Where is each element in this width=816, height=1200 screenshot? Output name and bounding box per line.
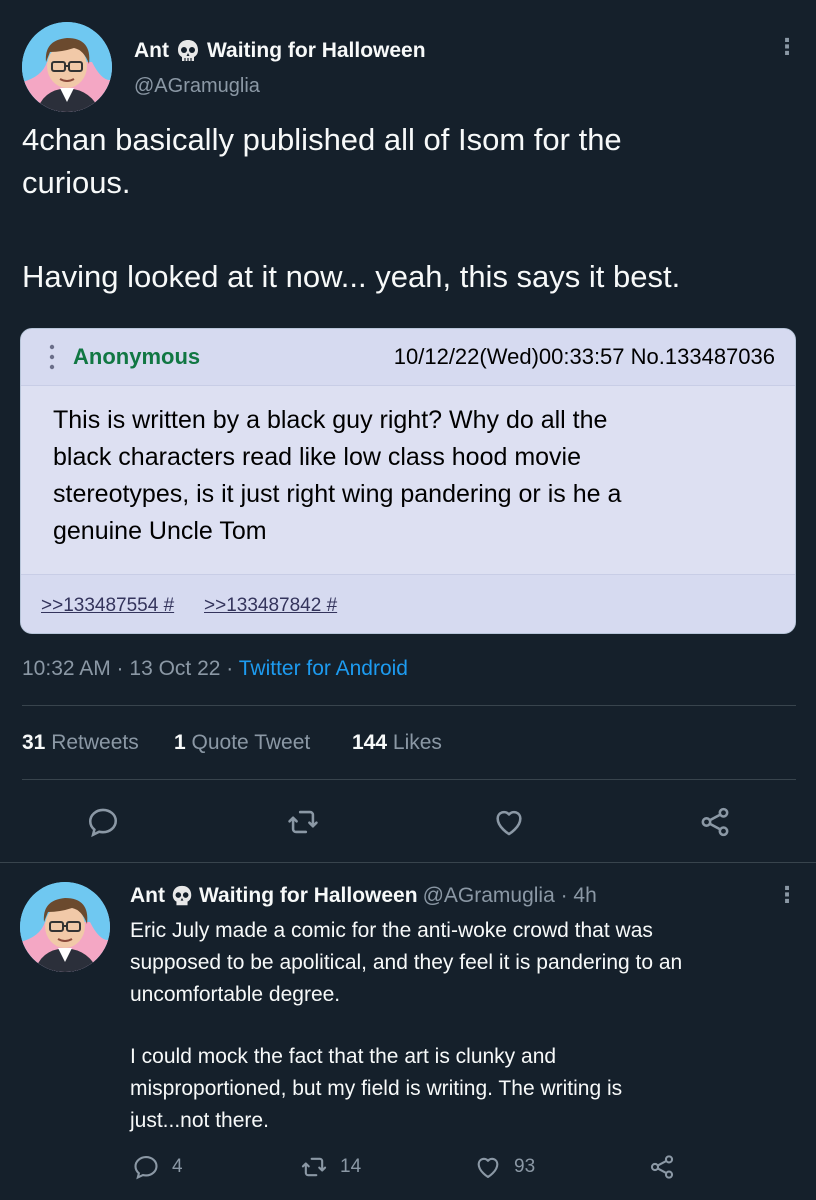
retweet-icon: [301, 1157, 327, 1177]
likes-count: 144: [352, 731, 388, 754]
reply-like-button[interactable]: 93: [474, 1153, 535, 1181]
comment-line: genuine Uncle Tom: [53, 517, 267, 545]
reply-display-name[interactable]: Ant: [130, 884, 165, 908]
reply-text-line: uncomfortable degree.: [130, 983, 341, 1006]
timestamp-text: 10:32 AM · 13 Oct 22 ·: [22, 657, 239, 680]
reply-text-line: supposed to be apolitical, and they feel…: [130, 951, 683, 974]
reply-text-line: misproportioned, but my field is writing…: [130, 1077, 623, 1100]
retweet-button[interactable]: [286, 805, 320, 839]
skull-icon: [170, 884, 194, 908]
retweets-label: Retweets: [51, 731, 139, 754]
quote-tweets-stat[interactable]: 1 Quote Tweet: [174, 731, 310, 755]
retweet-icon: [288, 810, 318, 834]
retweet-count: 14: [340, 1156, 362, 1177]
retweets-stat[interactable]: 31 Retweets: [22, 731, 139, 755]
like-button[interactable]: [492, 805, 526, 839]
more-icon[interactable]: ⋮: [776, 36, 798, 58]
divider: [22, 705, 796, 706]
reply-share-button[interactable]: [648, 1153, 676, 1181]
reply-retweet-button[interactable]: 14: [300, 1153, 361, 1181]
post-menu-icon: [49, 343, 55, 371]
skull-icon: [175, 38, 201, 64]
avatar-illustration: [22, 22, 112, 112]
backlink: >>133487554 #: [41, 595, 175, 616]
attached-image-4chan-post[interactable]: Anonymous 10/12/22(Wed)00:33:57 No.13348…: [20, 328, 796, 634]
reply-text-line: Eric July made a comic for the anti-woke…: [130, 919, 653, 942]
post-datetime: 10/12/22(Wed)00:33:57 No.133487036: [393, 344, 775, 369]
reply-count: 4: [172, 1156, 183, 1177]
reply-icon: [88, 808, 118, 838]
reply-avatar[interactable]: [20, 882, 110, 972]
comment-line: This is written by a black guy right? Wh…: [53, 406, 608, 434]
poster-name: Anonymous: [73, 344, 201, 369]
tweet-text-line: Having looked at it now... yeah, this sa…: [22, 259, 681, 294]
quotes-count: 1: [174, 731, 186, 754]
comment-line: black characters read like low class hoo…: [53, 443, 582, 471]
reply-handle-time[interactable]: @AGramuglia · 4h: [423, 884, 597, 908]
quotes-label: Quote Tweet: [191, 731, 311, 754]
avatar-illustration: [20, 882, 110, 972]
divider: [0, 862, 816, 863]
likes-stat[interactable]: 144 Likes: [352, 731, 442, 755]
reply-reply-button[interactable]: 4: [132, 1153, 183, 1181]
comment-line: stereotypes, is it just right wing pande…: [53, 480, 622, 508]
share-button[interactable]: [698, 805, 732, 839]
reply-display-name-suffix: Waiting for Halloween: [199, 884, 418, 907]
like-count: 93: [514, 1156, 536, 1177]
post-header: Anonymous 10/12/22(Wed)00:33:57 No.13348…: [21, 329, 795, 385]
handle[interactable]: @AGramuglia: [134, 75, 260, 98]
like-icon: [496, 810, 522, 836]
display-name[interactable]: Ant: [134, 39, 169, 63]
likes-label: Likes: [392, 731, 442, 754]
divider: [22, 779, 796, 780]
tweet-timestamp: 10:32 AM · 13 Oct 22 · Twitter for Andro…: [22, 657, 408, 681]
retweets-count: 31: [22, 731, 46, 754]
like-icon: [477, 1157, 499, 1178]
source-link[interactable]: Twitter for Android: [239, 657, 408, 680]
reply-icon: [134, 1156, 158, 1180]
avatar[interactable]: [22, 22, 112, 112]
reply-button[interactable]: [86, 805, 120, 839]
share-icon: [701, 807, 729, 837]
more-icon[interactable]: ⋮: [776, 884, 798, 906]
reply-text-line: just...not there.: [130, 1109, 269, 1132]
reply-text-line: I could mock the fact that the art is cl…: [130, 1045, 557, 1068]
share-icon: [650, 1155, 674, 1179]
post-backlinks: >>133487554 # >>133487842 #: [21, 575, 795, 633]
backlink: >>133487842 #: [204, 595, 338, 616]
tweet-text-line: 4chan basically published all of Isom fo…: [22, 122, 622, 157]
display-name-suffix: Waiting for Halloween: [207, 39, 426, 62]
tweet-text-line: curious.: [22, 165, 131, 200]
post-comment: This is written by a black guy right? Wh…: [21, 385, 795, 575]
